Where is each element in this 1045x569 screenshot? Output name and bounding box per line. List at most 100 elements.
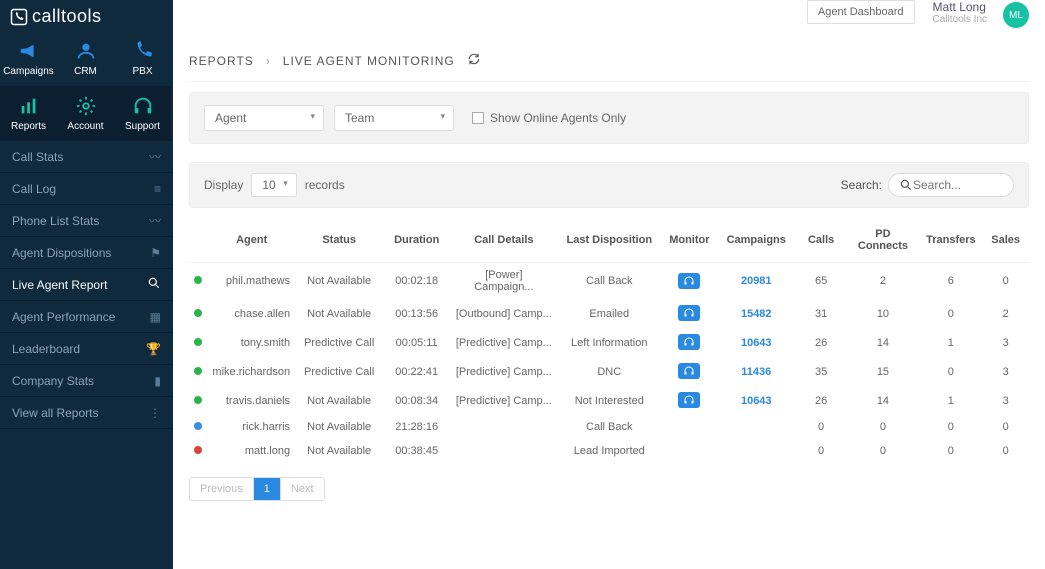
col-transfers[interactable]: Transfers <box>919 218 982 263</box>
cell-monitor[interactable] <box>662 263 717 300</box>
refresh-button[interactable] <box>467 52 481 69</box>
campaign-link[interactable]: 20981 <box>741 275 772 287</box>
cell-status: Predictive Call <box>296 357 382 386</box>
cell-monitor[interactable] <box>662 386 717 415</box>
monitor-button[interactable] <box>678 334 700 350</box>
status-dot <box>189 299 207 328</box>
nav-crm[interactable]: CRM <box>57 31 114 86</box>
col-monitor[interactable]: Monitor <box>662 218 717 263</box>
sidebar-item-icon: 〰 <box>149 148 161 165</box>
online-only-checkbox[interactable]: Show Online Agents Only <box>472 111 626 125</box>
col-pd-connects[interactable]: PD Connects <box>846 218 919 263</box>
cell-sales: 3 <box>982 386 1029 415</box>
sidebar-item-call-stats[interactable]: Call Stats〰 <box>0 141 173 173</box>
cell-calls: 0 <box>796 439 847 463</box>
pager-prev[interactable]: Previous <box>190 478 254 500</box>
cell-campaign[interactable]: 15482 <box>717 299 796 328</box>
sidebar-item-icon: ≡ <box>154 182 161 196</box>
col-last-disposition[interactable]: Last Disposition <box>557 218 662 263</box>
cell-duration: 00:38:45 <box>382 439 451 463</box>
nav-account[interactable]: Account <box>57 86 114 141</box>
cell-pd: 10 <box>846 299 919 328</box>
cell-calls: 35 <box>796 357 847 386</box>
cell-transfers: 0 <box>919 299 982 328</box>
sidebar-item-call-log[interactable]: Call Log≡ <box>0 173 173 205</box>
sidebar-item-label: View all Reports <box>12 406 98 420</box>
avatar[interactable]: ML <box>1003 2 1029 28</box>
cell-details: [Predictive] Camp... <box>451 328 556 357</box>
nav-support[interactable]: Support <box>114 86 171 141</box>
cell-pd: 0 <box>846 415 919 439</box>
cell-agent: phil.mathews <box>207 263 296 300</box>
table-row: chase.allenNot Available00:13:56[Outboun… <box>189 299 1029 328</box>
cell-duration: 00:05:11 <box>382 328 451 357</box>
monitor-button[interactable] <box>678 305 700 321</box>
user-block[interactable]: Matt Long Calltools Inc <box>933 0 987 25</box>
phone-icon <box>132 40 154 62</box>
campaign-link[interactable]: 10643 <box>741 395 772 407</box>
sidebar-item-agent-dispositions[interactable]: Agent Dispositions⚑ <box>0 237 173 269</box>
cell-sales: 0 <box>982 415 1029 439</box>
cell-disposition: Not Interested <box>557 386 662 415</box>
cell-monitor[interactable] <box>662 328 717 357</box>
sidebar-item-live-agent-report[interactable]: Live Agent Report <box>0 269 173 301</box>
col-sales[interactable]: Sales <box>982 218 1029 263</box>
search-input[interactable] <box>913 178 1003 192</box>
agent-select[interactable]: Agent <box>204 105 324 131</box>
team-select[interactable]: Team <box>334 105 454 131</box>
nav-pbx[interactable]: PBX <box>114 31 171 86</box>
sidebar-item-agent-performance[interactable]: Agent Performance▦ <box>0 301 173 333</box>
monitor-button[interactable] <box>678 273 700 289</box>
sidebar-item-icon: ▦ <box>150 310 161 324</box>
cell-campaign[interactable]: 10643 <box>717 328 796 357</box>
cell-status: Not Available <box>296 386 382 415</box>
cell-calls: 0 <box>796 415 847 439</box>
cell-details: [Predictive] Camp... <box>451 357 556 386</box>
cell-sales: 0 <box>982 439 1029 463</box>
brand-logo: calltools <box>0 0 173 31</box>
cell-disposition: Lead Imported <box>557 439 662 463</box>
col-campaigns[interactable]: Campaigns <box>717 218 796 263</box>
cell-duration: 00:08:34 <box>382 386 451 415</box>
headset-icon <box>683 394 695 406</box>
table-row: mike.richardsonPredictive Call00:22:41[P… <box>189 357 1029 386</box>
cell-campaign[interactable]: 11436 <box>717 357 796 386</box>
cell-transfers: 0 <box>919 357 982 386</box>
sidebar-item-phone-list-stats[interactable]: Phone List Stats〰 <box>0 205 173 237</box>
cell-agent: travis.daniels <box>207 386 296 415</box>
sidebar-item-view-all-reports[interactable]: View all Reports⋮ <box>0 397 173 429</box>
sidebar-item-label: Phone List Stats <box>12 214 99 228</box>
records-label: records <box>305 178 345 192</box>
cell-pd: 14 <box>846 328 919 357</box>
search-icon <box>899 178 913 192</box>
campaign-link[interactable]: 10643 <box>741 337 772 349</box>
col-calls[interactable]: Calls <box>796 218 847 263</box>
sidebar-item-leaderboard[interactable]: Leaderboard🏆 <box>0 333 173 365</box>
cell-transfers: 1 <box>919 386 982 415</box>
monitor-button[interactable] <box>678 392 700 408</box>
sidebar-item-company-stats[interactable]: Company Stats▮ <box>0 365 173 397</box>
cell-monitor[interactable] <box>662 357 717 386</box>
monitor-button[interactable] <box>678 363 700 379</box>
sidebar-item-label: Company Stats <box>12 374 94 388</box>
nav-reports[interactable]: Reports <box>0 86 57 141</box>
pager-page-1[interactable]: 1 <box>254 478 281 500</box>
page-size-select[interactable]: 10 <box>251 173 296 197</box>
pager-next[interactable]: Next <box>281 478 324 500</box>
agent-dashboard-button[interactable]: Agent Dashboard <box>807 0 915 24</box>
col-duration[interactable]: Duration <box>382 218 451 263</box>
phone-box-icon <box>10 8 28 26</box>
campaign-link[interactable]: 15482 <box>741 308 772 320</box>
col-call-details[interactable]: Call Details <box>451 218 556 263</box>
megaphone-icon <box>18 40 40 62</box>
checkbox-icon <box>472 112 484 124</box>
cell-campaign[interactable]: 10643 <box>717 386 796 415</box>
nav-campaigns[interactable]: Campaigns <box>0 31 57 86</box>
col-agent[interactable]: Agent <box>207 218 296 263</box>
cell-agent: matt.long <box>207 439 296 463</box>
campaign-link[interactable]: 11436 <box>741 366 771 378</box>
cell-monitor[interactable] <box>662 299 717 328</box>
cell-campaign[interactable]: 20981 <box>717 263 796 300</box>
sidebar-item-label: Agent Dispositions <box>12 246 111 260</box>
col-status[interactable]: Status <box>296 218 382 263</box>
